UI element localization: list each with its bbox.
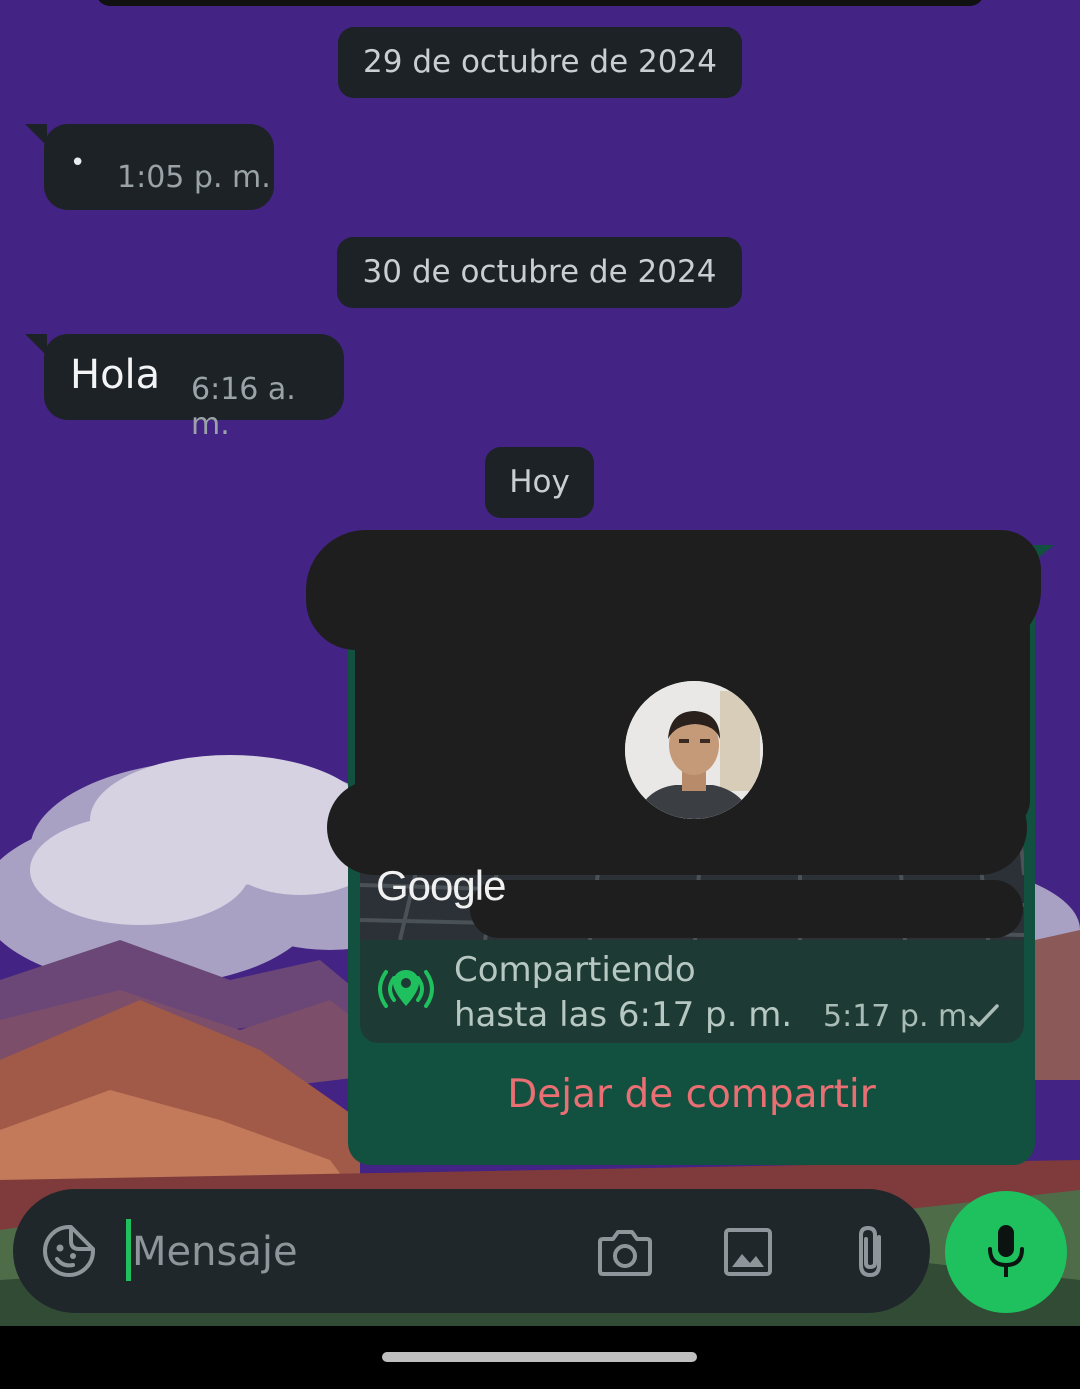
live-location-icon <box>378 970 434 1008</box>
date-separator: 30 de octubre de 2024 <box>337 237 742 308</box>
camera-icon[interactable] <box>597 1227 653 1277</box>
message-composer <box>13 1189 930 1313</box>
home-gesture-handle[interactable] <box>382 1352 697 1362</box>
incoming-message[interactable]: Hola 6:16 a. m. <box>44 334 344 442</box>
message-text: • <box>70 148 86 178</box>
share-until: hasta las 6:17 p. m. <box>454 995 793 1035</box>
incoming-message[interactable]: • 1:05 p. m. <box>44 124 274 210</box>
voice-message-button[interactable] <box>945 1191 1067 1313</box>
map-attribution: Google <box>376 862 506 909</box>
top-edge <box>96 0 984 6</box>
date-separator: Hoy <box>485 447 594 518</box>
message-text: Hola <box>70 352 161 398</box>
message-time: 6:16 a. m. <box>191 372 296 442</box>
check-icon <box>969 1004 999 1027</box>
message-time: 1:05 p. m. <box>117 160 271 195</box>
message-time: 5:17 p. m. <box>823 999 977 1034</box>
message-input[interactable] <box>130 1219 564 1285</box>
redaction-mark <box>470 880 1023 938</box>
microphone-icon <box>988 1225 1024 1277</box>
gallery-icon[interactable] <box>723 1227 773 1277</box>
date-separator: 29 de octubre de 2024 <box>338 27 742 98</box>
avatar <box>622 678 766 822</box>
chat-area: 29 de octubre de 2024 • 1:05 p. m. 30 de… <box>0 0 1080 1326</box>
paperclip-icon[interactable] <box>851 1223 891 1281</box>
share-status: Compartiendo <box>454 950 696 990</box>
stop-sharing-button[interactable]: Dejar de compartir <box>348 1072 1035 1117</box>
sticker-icon[interactable] <box>41 1223 97 1279</box>
